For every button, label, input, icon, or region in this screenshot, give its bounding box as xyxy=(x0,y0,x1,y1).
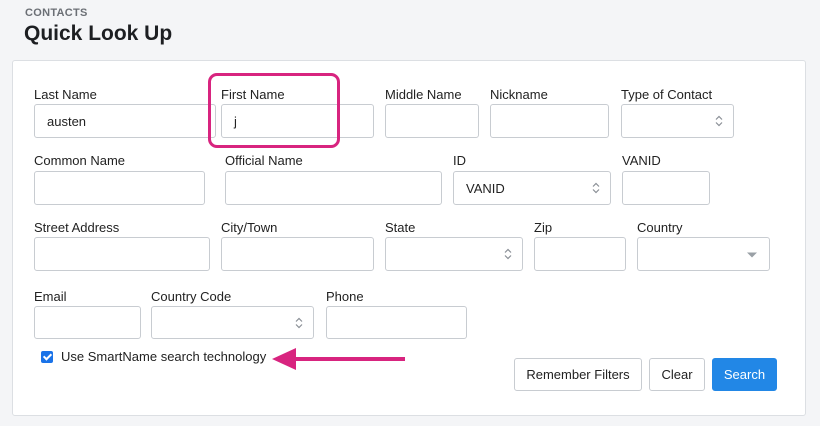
country-code-select[interactable] xyxy=(151,306,314,339)
city-town-label: City/Town xyxy=(221,220,278,235)
zip-label: Zip xyxy=(534,220,553,235)
remember-filters-button[interactable]: Remember Filters xyxy=(514,358,642,391)
vanid-label: VANID xyxy=(622,153,661,168)
type-of-contact-label: Type of Contact xyxy=(621,87,713,102)
smartname-checkbox-row[interactable]: Use SmartName search technology xyxy=(41,349,266,364)
clear-button[interactable]: Clear xyxy=(649,358,705,391)
smartname-checkbox[interactable] xyxy=(41,350,53,363)
search-button[interactable]: Search xyxy=(712,358,777,391)
country-select[interactable] xyxy=(637,237,770,271)
last-name-value: austen xyxy=(47,113,87,129)
id-type-select[interactable]: VANID xyxy=(453,171,611,205)
page-title: Quick Look Up xyxy=(24,22,173,45)
phone-field[interactable] xyxy=(326,306,467,339)
email-field[interactable] xyxy=(34,306,141,339)
first-name-value: j xyxy=(234,113,237,129)
last-name-field[interactable]: austen xyxy=(34,104,216,138)
state-select[interactable] xyxy=(385,237,523,271)
updown-chevron-icon xyxy=(295,317,303,328)
last-name-label: Last Name xyxy=(34,87,97,102)
street-address-field[interactable] xyxy=(34,237,210,271)
id-type-value: VANID xyxy=(466,180,505,196)
type-of-contact-select[interactable] xyxy=(621,104,734,138)
city-town-field[interactable] xyxy=(221,237,374,271)
common-name-label: Common Name xyxy=(34,153,126,168)
nickname-label: Nickname xyxy=(490,87,548,102)
section-label: CONTACTS xyxy=(25,7,88,19)
official-name-label: Official Name xyxy=(225,153,303,168)
smartname-label: Use SmartName search technology xyxy=(61,349,267,364)
nickname-field[interactable] xyxy=(490,104,609,138)
first-name-label: First Name xyxy=(221,87,285,102)
vanid-field[interactable] xyxy=(622,171,710,205)
updown-chevron-icon xyxy=(715,115,723,127)
street-address-label: Street Address xyxy=(34,220,120,235)
phone-label: Phone xyxy=(326,289,364,304)
first-name-field[interactable]: j xyxy=(221,104,374,138)
middle-name-field[interactable] xyxy=(385,104,479,138)
country-code-label: Country Code xyxy=(151,289,232,304)
official-name-field[interactable] xyxy=(225,171,442,205)
updown-chevron-icon xyxy=(504,248,512,260)
email-label: Email xyxy=(34,289,67,304)
state-label: State xyxy=(385,220,416,235)
middle-name-label: Middle Name xyxy=(385,87,462,102)
annotation-arrow-icon xyxy=(272,348,405,370)
caret-down-icon xyxy=(747,252,757,258)
common-name-field[interactable] xyxy=(34,171,205,205)
zip-field[interactable] xyxy=(534,237,626,271)
id-label: ID xyxy=(453,153,466,168)
country-label: Country xyxy=(637,220,683,235)
updown-chevron-icon xyxy=(592,182,600,194)
